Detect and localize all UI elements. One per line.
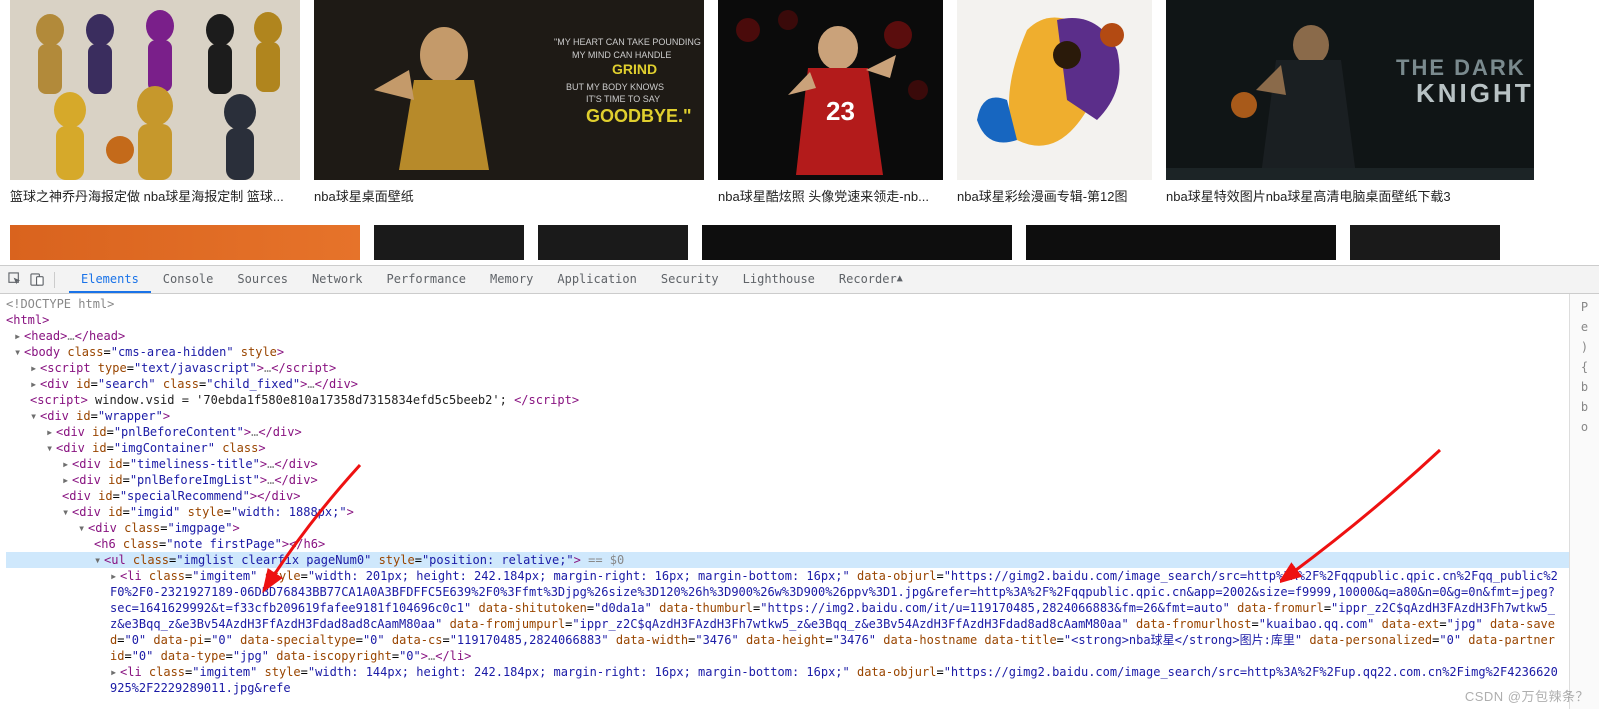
side-letter: P: [1581, 300, 1588, 314]
dom-node[interactable]: ▸<script type="text/javascript">…</scrip…: [6, 360, 1569, 376]
dom-node[interactable]: ▸<div id="pnlBeforeContent">…</div>: [6, 424, 1569, 440]
dom-node[interactable]: ▾<div id="imgContainer" class>: [6, 440, 1569, 456]
svg-text:BUT MY BODY KNOWS: BUT MY BODY KNOWS: [566, 82, 664, 92]
svg-text:IT'S TIME TO SAY: IT'S TIME TO SAY: [586, 94, 660, 104]
dom-node[interactable]: ▾<div id="imgid" style="width: 1888px;">: [6, 504, 1569, 520]
result-caption: nba球星彩绘漫画专辑-第12图: [957, 186, 1152, 205]
tab-security[interactable]: Security: [649, 266, 731, 293]
devtools-body: <!DOCTYPE html> <html> ▸<head>…</head> ▾…: [0, 294, 1599, 709]
result-thumbnail[interactable]: 23: [718, 0, 943, 180]
result-card[interactable]: [374, 225, 524, 260]
device-toggle-icon[interactable]: [28, 271, 46, 289]
dom-node[interactable]: <html>: [6, 312, 1569, 328]
dom-node-selected[interactable]: ▾<ul class="imglist clearfix pageNum0" s…: [6, 552, 1569, 568]
dom-node[interactable]: ▸<div id="search" class="child_fixed">…<…: [6, 376, 1569, 392]
results-row-1: 篮球之神乔丹海报定做 nba球星海报定制 篮球... "MY HEART CAN…: [10, 0, 1589, 205]
dom-node[interactable]: ▸<div id="timeliness-title">…</div>: [6, 456, 1569, 472]
result-card[interactable]: nba球星彩绘漫画专辑-第12图: [957, 0, 1152, 205]
result-card[interactable]: [1350, 225, 1500, 260]
result-card[interactable]: 23 nba球星酷炫照 头像党速来领走-nb...: [718, 0, 943, 205]
side-letter: e: [1581, 320, 1588, 334]
result-caption: nba球星特效图片nba球星高清电脑桌面壁纸下载3: [1166, 186, 1534, 205]
result-thumbnail[interactable]: [10, 0, 300, 180]
result-thumbnail[interactable]: [538, 225, 688, 260]
side-letter: ): [1581, 340, 1588, 354]
result-thumbnail[interactable]: [10, 225, 360, 260]
thumb-art-icon: "MY HEART CAN TAKE POUNDING MY MIND CAN …: [314, 0, 704, 180]
thumb-art-icon: [957, 0, 1152, 180]
thumb-art-icon: [10, 0, 300, 180]
dom-node[interactable]: ▾<div class="imgpage">: [6, 520, 1569, 536]
inspect-icon[interactable]: [6, 271, 24, 289]
result-card[interactable]: 篮球之神乔丹海报定做 nba球星海报定制 篮球...: [10, 0, 300, 205]
result-thumbnail[interactable]: THE DARK KNIGHT: [1166, 0, 1534, 180]
dom-node[interactable]: ▾<div id="wrapper">: [6, 408, 1569, 424]
result-card[interactable]: "MY HEART CAN TAKE POUNDING MY MIND CAN …: [314, 0, 704, 205]
devtools-tabs: Elements Console Sources Network Perform…: [69, 266, 915, 293]
result-card[interactable]: THE DARK KNIGHT nba球星特效图片nba球星高清电脑桌面壁纸下载…: [1166, 0, 1534, 205]
result-thumbnail[interactable]: [374, 225, 524, 260]
result-thumbnail[interactable]: [957, 0, 1152, 180]
tab-lighthouse[interactable]: Lighthouse: [731, 266, 827, 293]
side-letter: b: [1581, 400, 1588, 414]
side-letter: o: [1581, 420, 1588, 434]
svg-text:KNIGHT: KNIGHT: [1416, 78, 1534, 108]
devtools-toolbar: Elements Console Sources Network Perform…: [0, 266, 1599, 294]
result-caption: nba球星桌面壁纸: [314, 186, 704, 205]
dom-node[interactable]: ▸<li class="imgitem" style="width: 201px…: [6, 568, 1569, 664]
dom-node[interactable]: ▸<div id="pnlBeforeImgList">…</div>: [6, 472, 1569, 488]
result-card[interactable]: [702, 225, 1012, 260]
dom-node[interactable]: <script> window.vsid = '70ebda1f580e810a…: [6, 392, 1569, 408]
tab-performance[interactable]: Performance: [375, 266, 478, 293]
results-row-2: [10, 225, 1589, 260]
devtools-panel: Elements Console Sources Network Perform…: [0, 265, 1599, 709]
preview-icon: ▲: [897, 273, 903, 284]
dom-node[interactable]: <!DOCTYPE html>: [6, 296, 1569, 312]
tab-application[interactable]: Application: [545, 266, 648, 293]
result-thumbnail[interactable]: [702, 225, 1012, 260]
dom-tree[interactable]: <!DOCTYPE html> <html> ▸<head>…</head> ▾…: [0, 294, 1569, 709]
tab-sources[interactable]: Sources: [225, 266, 300, 293]
dom-node[interactable]: <div id="specialRecommend"></div>: [6, 488, 1569, 504]
result-thumbnail[interactable]: "MY HEART CAN TAKE POUNDING MY MIND CAN …: [314, 0, 704, 180]
result-caption: nba球星酷炫照 头像党速来领走-nb...: [718, 186, 943, 205]
tab-console[interactable]: Console: [151, 266, 226, 293]
image-results: 篮球之神乔丹海报定做 nba球星海报定制 篮球... "MY HEART CAN…: [0, 0, 1599, 265]
tab-label: Recorder: [839, 272, 897, 286]
result-caption: 篮球之神乔丹海报定做 nba球星海报定制 篮球...: [10, 186, 300, 205]
result-thumbnail[interactable]: [1350, 225, 1500, 260]
toolbar-divider: [54, 272, 55, 288]
dom-node[interactable]: ▾<body class="cms-area-hidden" style>: [6, 344, 1569, 360]
thumb-art-icon: 23: [718, 0, 943, 180]
dom-node[interactable]: <h6 class="note firstPage"></h6>: [6, 536, 1569, 552]
svg-text:MY MIND CAN HANDLE: MY MIND CAN HANDLE: [572, 50, 671, 60]
svg-text:23: 23: [826, 96, 855, 126]
result-card[interactable]: [538, 225, 688, 260]
dom-node[interactable]: ▸<head>…</head>: [6, 328, 1569, 344]
devtools-sidebar: P e ) { b b o: [1569, 294, 1599, 709]
tab-memory[interactable]: Memory: [478, 266, 545, 293]
side-letter: {: [1581, 360, 1588, 374]
side-letter: b: [1581, 380, 1588, 394]
result-card[interactable]: [10, 225, 360, 260]
dom-node[interactable]: ▸<li class="imgitem" style="width: 144px…: [6, 664, 1569, 696]
svg-text:GOODBYE.": GOODBYE.": [586, 106, 692, 126]
result-card[interactable]: [1026, 225, 1336, 260]
tab-recorder[interactable]: Recorder ▲: [827, 266, 915, 293]
tab-elements[interactable]: Elements: [69, 266, 151, 293]
tab-network[interactable]: Network: [300, 266, 375, 293]
svg-text:GRIND: GRIND: [612, 61, 657, 77]
watermark: CSDN @万包辣条？: [1465, 686, 1589, 705]
svg-text:"MY HEART CAN TAKE POUNDING: "MY HEART CAN TAKE POUNDING: [554, 37, 701, 47]
svg-text:THE DARK: THE DARK: [1396, 55, 1526, 80]
thumb-art-icon: THE DARK KNIGHT: [1166, 0, 1534, 180]
result-thumbnail[interactable]: [1026, 225, 1336, 260]
